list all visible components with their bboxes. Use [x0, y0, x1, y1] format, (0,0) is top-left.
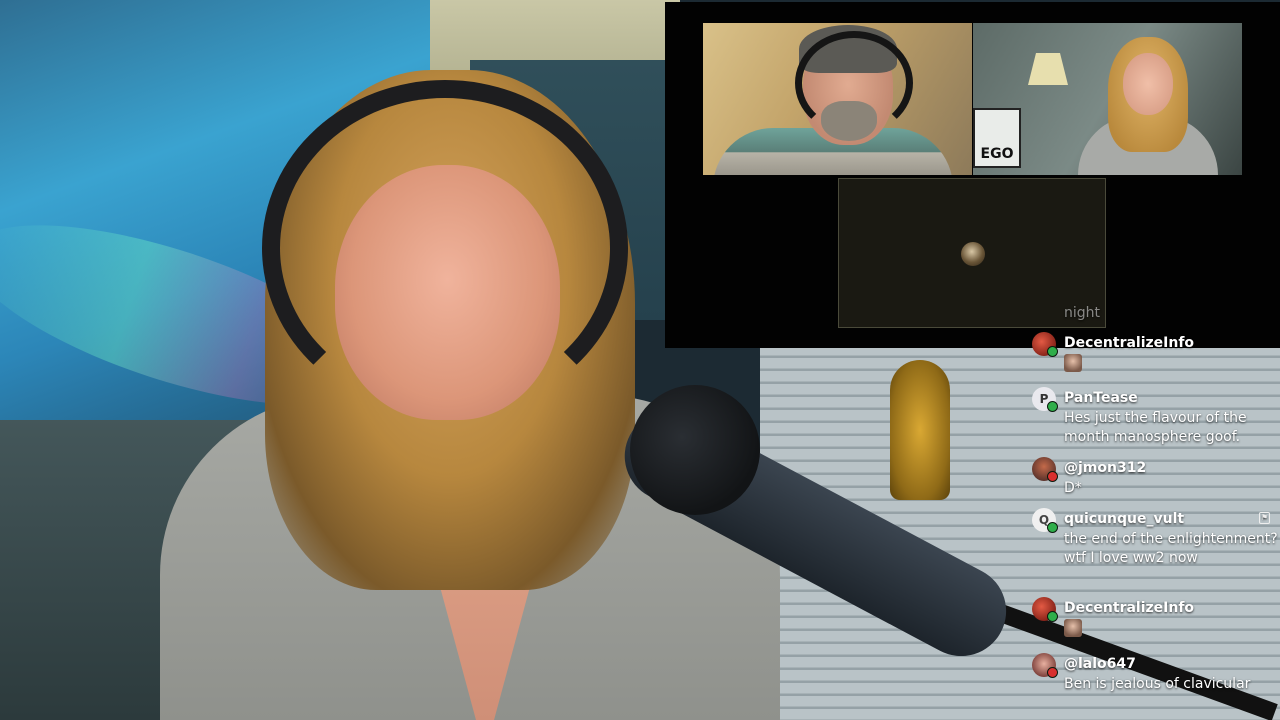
host-headset	[795, 31, 913, 135]
guest-face	[1123, 53, 1173, 115]
chat-message: P PanTease Hes just the flavour of the m…	[1032, 387, 1280, 449]
chat-message-text: Ben is jealous of clavicular	[1064, 676, 1251, 692]
chat-username[interactable]: DecentralizeInfo	[1064, 334, 1194, 352]
chat-message: @jmon312 D*	[1032, 457, 1280, 499]
chat-username[interactable]: @lalo647	[1064, 655, 1136, 673]
chat-username[interactable]: PanTease	[1064, 389, 1138, 407]
platform-badge-icon	[1047, 522, 1058, 533]
chat-message: @lalo647 Ben is jealous of clavicular	[1032, 653, 1280, 697]
chat-username[interactable]: @jmon312	[1064, 459, 1146, 477]
platform-badge-icon	[1047, 346, 1058, 357]
chat-message-text: Hes just the flavour of the month manosp…	[1064, 410, 1247, 445]
platform-badge-icon	[1047, 401, 1058, 412]
faded-message-text: night	[1064, 305, 1101, 321]
chat-message: DecentralizeInfo	[1032, 597, 1280, 641]
headphones	[262, 80, 628, 416]
chat-message: DecentralizeInfo	[1032, 332, 1280, 376]
emote-sticker	[1064, 619, 1082, 637]
emote-sticker	[1064, 354, 1082, 372]
guest-lamp	[1028, 53, 1068, 85]
chat-message-text: the end of the enlightenment? wtf I love…	[1064, 531, 1278, 566]
chat-username[interactable]: quicunque_vult	[1064, 510, 1184, 528]
guest-sign: EGO	[973, 108, 1021, 168]
call-tile-guest[interactable]: EGO	[973, 23, 1242, 175]
microphone-windscreen	[630, 385, 760, 515]
participant-avatar	[961, 242, 985, 266]
chat-message-text: D*	[1064, 480, 1082, 496]
chat-message: Q quicunque_vult the end of the enlighte…	[1032, 508, 1280, 590]
platform-badge-icon	[1047, 667, 1058, 678]
platform-badge-icon	[1047, 471, 1058, 482]
chat-username[interactable]: DecentralizeInfo	[1064, 599, 1194, 617]
gold-lamp	[890, 360, 950, 500]
platform-badge-icon	[1047, 611, 1058, 622]
chat-overlay: night DecentralizeInfo P PanTease Hes ju…	[1026, 286, 1280, 720]
call-tile-host[interactable]	[703, 23, 972, 175]
report-flag-icon[interactable]: ⚑	[1259, 512, 1270, 524]
